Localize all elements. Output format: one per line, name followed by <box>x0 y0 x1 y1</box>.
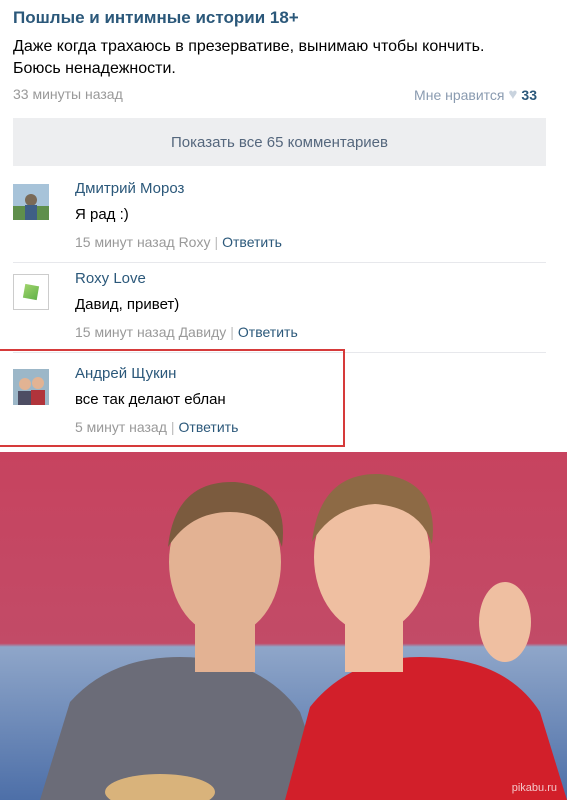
broken-image-icon[interactable] <box>13 274 49 310</box>
comment-author[interactable]: Roxy Love <box>75 270 146 287</box>
highlight-bottom-line <box>0 445 345 447</box>
comment-meta: 15 минут назад Давиду | Ответить <box>75 324 298 340</box>
show-all-comments-button[interactable]: Показать все 65 комментариев <box>13 118 546 166</box>
group-title[interactable]: Пошлые и интимные истории 18+ <box>13 8 299 28</box>
comment-meta: 5 минут назад | Ответить <box>75 419 238 435</box>
heart-icon: ♥ <box>508 86 518 103</box>
like-button[interactable]: Мне нравится ♥ 33 <box>414 86 537 103</box>
comment-time[interactable]: 15 минут назад Давиду <box>75 324 226 340</box>
post-time[interactable]: 33 минуты назад <box>13 86 123 102</box>
comment-item: Дмитрий Мороз Я рад :) 15 минут назад Ro… <box>13 172 546 263</box>
comment-text: Я рад :) <box>75 206 129 223</box>
comment-author[interactable]: Дмитрий Мороз <box>75 180 184 197</box>
comment-meta: 15 минут назад Roxy | Ответить <box>75 234 282 250</box>
watermark: pikabu.ru <box>511 782 557 794</box>
comment-text: все так делают еблан <box>75 391 226 408</box>
reply-link[interactable]: Ответить <box>238 324 298 340</box>
avatar[interactable] <box>13 369 49 405</box>
highlight-top-line <box>0 349 345 351</box>
like-count: 33 <box>521 86 537 103</box>
comment-time[interactable]: 15 минут назад Roxy <box>75 234 210 250</box>
reply-link[interactable]: Ответить <box>222 234 282 250</box>
avatar[interactable] <box>13 184 49 220</box>
comment-item: Андрей Щукин все так делают еблан 5 мину… <box>13 357 546 447</box>
highlight-right-line <box>343 349 345 447</box>
like-label: Мне нравится <box>414 86 505 103</box>
separator: | <box>230 324 234 340</box>
separator: | <box>170 419 175 435</box>
reply-link[interactable]: Ответить <box>179 419 239 435</box>
vk-post: Пошлые и интимные истории 18+ Даже когда… <box>0 0 567 450</box>
separator: | <box>214 234 219 250</box>
photo: pikabu.ru <box>0 452 567 800</box>
comment-item: Roxy Love Давид, привет) 15 минут назад … <box>13 262 546 353</box>
comment-author[interactable]: Андрей Щукин <box>75 365 176 382</box>
comment-text: Давид, привет) <box>75 296 180 313</box>
comment-time[interactable]: 5 минут назад <box>75 419 167 435</box>
photo-illustration <box>0 452 567 800</box>
post-text: Даже когда трахаюсь в презервативе, выни… <box>13 38 485 77</box>
